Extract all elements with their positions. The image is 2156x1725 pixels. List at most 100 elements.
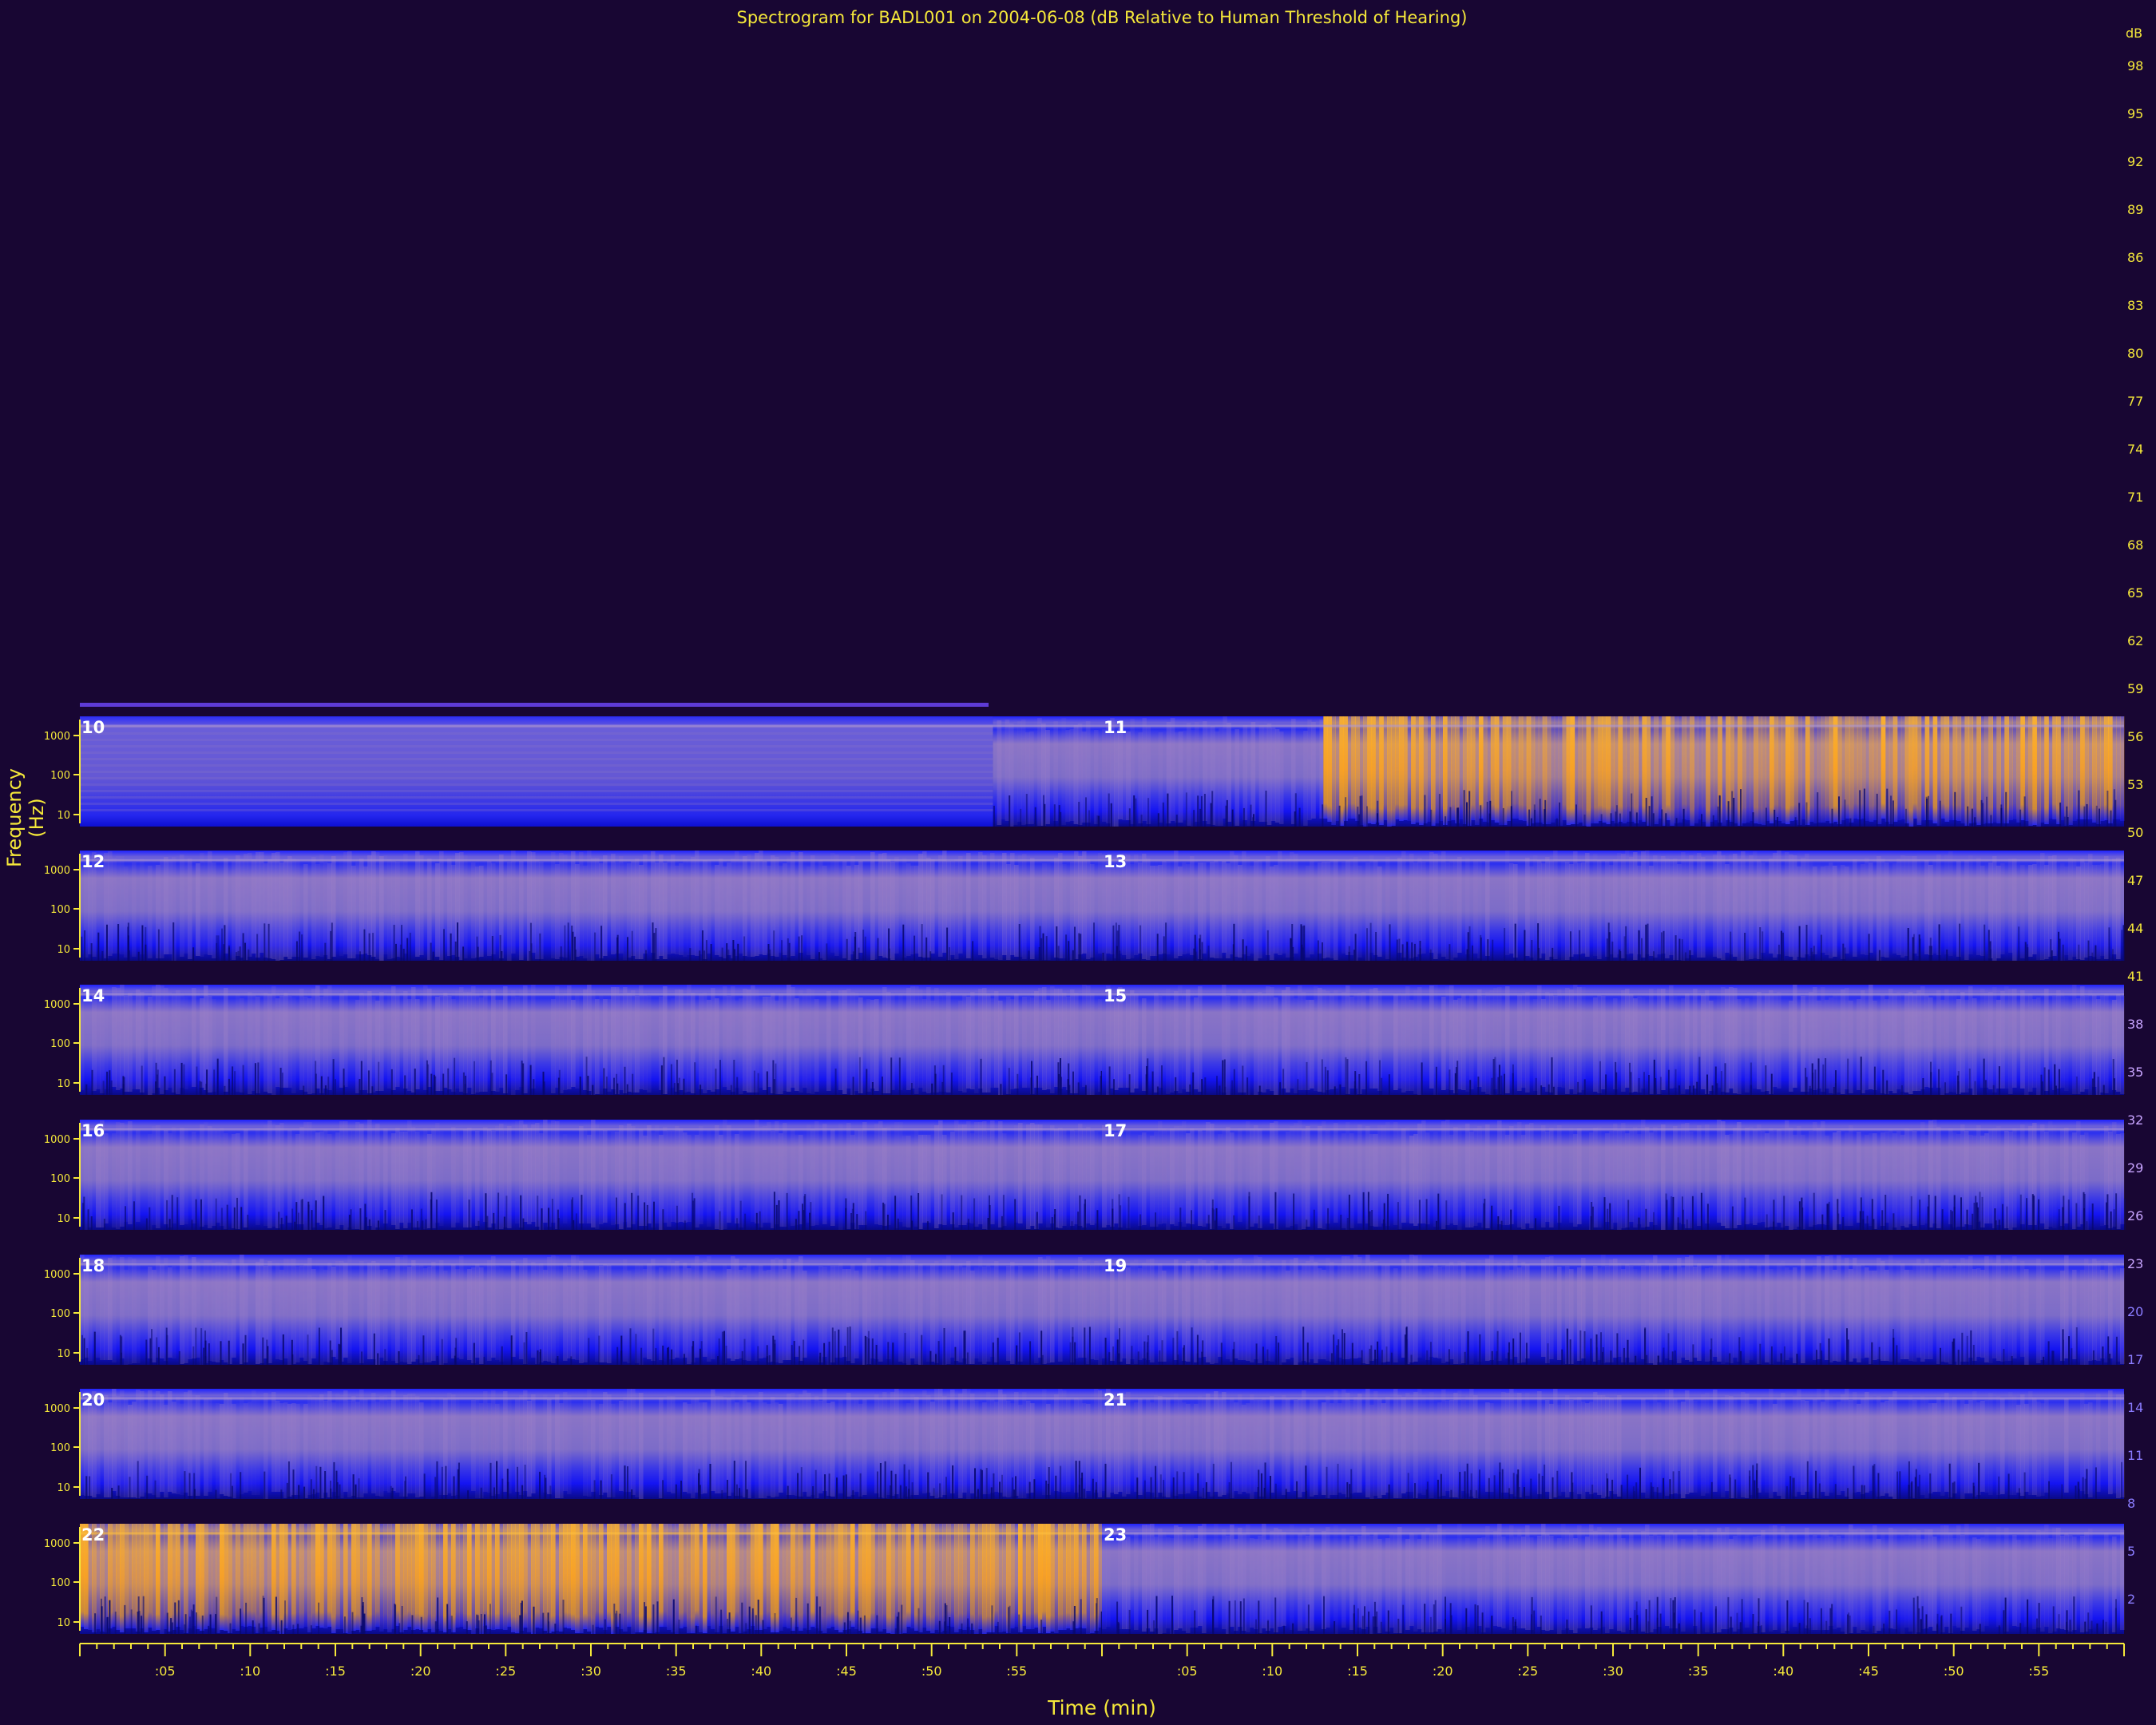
colorbar-tick-label: 89 (2127, 202, 2143, 217)
colorbar-tick-label: 38 (2127, 1017, 2143, 1032)
colorbar-tick-label: 44 (2127, 921, 2143, 936)
y-tick-label: 100 (50, 1173, 70, 1185)
panel-hour-label-11: 11 (1104, 718, 1127, 737)
y-tick-label: 1000 (44, 1403, 70, 1415)
colorbar-tick-label: 14 (2127, 1400, 2143, 1415)
x-tick-label: :50 (921, 1664, 942, 1679)
x-tick-label: :10 (1262, 1664, 1282, 1679)
y-tick-label: 1000 (44, 1538, 70, 1550)
data-availability-bar (80, 703, 989, 707)
y-tick-label: 100 (50, 1577, 70, 1589)
colorbar-tick-label: 20 (2127, 1304, 2143, 1319)
y-tick-label: 1000 (44, 999, 70, 1011)
x-tick-label: :25 (1517, 1664, 1538, 1679)
spectrogram-panel-22: 22 1000 100 10 (44, 1524, 1103, 1634)
spectrogram-panel-13: 13 (1102, 851, 2125, 961)
colorbar-tick-label: 35 (2127, 1065, 2143, 1080)
y-tick-label: 10 (57, 810, 70, 822)
spectrogram-panel-17: 17 (1102, 1120, 2126, 1230)
spectrogram-panel-15: 15 (1102, 985, 2125, 1095)
colorbar-tick-label: 83 (2127, 298, 2143, 313)
x-tick-label: :35 (666, 1664, 687, 1679)
y-tick-label: 10 (57, 944, 70, 956)
colorbar-tick-label: 56 (2127, 729, 2143, 744)
colorbar-tick-label: 80 (2127, 346, 2143, 361)
x-tick-label: :20 (410, 1664, 431, 1679)
panel-hour-label-12: 12 (81, 852, 105, 871)
panel-hour-label-20: 20 (81, 1390, 105, 1410)
colorbar-tick-label: 62 (2127, 633, 2143, 648)
colorbar-tick-label: 50 (2127, 825, 2143, 840)
y-tick-label: 100 (50, 770, 70, 782)
y-tick-label: 100 (50, 1442, 70, 1454)
x-tick-label: :40 (751, 1664, 771, 1679)
spectrogram-panel-18: 18 1000 100 10 (44, 1255, 1103, 1365)
colorbar-tick-label: 2 (2127, 1592, 2135, 1607)
panel-hour-label-17: 17 (1104, 1121, 1127, 1140)
y-tick-label: 100 (50, 1038, 70, 1050)
y-tick-label: 1000 (44, 1134, 70, 1146)
panel-hour-label-21: 21 (1104, 1390, 1127, 1410)
x-tick-label: :40 (1773, 1664, 1793, 1679)
colorbar-tick-label: 26 (2127, 1208, 2143, 1223)
colorbar-tick-label: 17 (2127, 1352, 2143, 1367)
colorbar-tick-label: 77 (2127, 394, 2143, 409)
spectrogram-panel-11: 11 (1102, 716, 2125, 827)
x-tick-label: :05 (1177, 1664, 1198, 1679)
colorbar-tick-label: 32 (2127, 1112, 2143, 1128)
x-tick-label: :25 (495, 1664, 516, 1679)
spectrogram-panel-10: 10 1000 100 10 (44, 716, 1102, 827)
y-tick-label: 10 (57, 1348, 70, 1360)
colorbar-tick-label: 65 (2127, 585, 2143, 601)
colorbar-tick-label: 29 (2127, 1160, 2143, 1176)
y-tick-label: 1000 (44, 1269, 70, 1281)
colorbar-tick-label: 95 (2127, 106, 2143, 121)
panel-hour-label-16: 16 (81, 1121, 105, 1140)
spectrogram-chart: 10 1000 100 10 11 12 1000 100 10 13 14 1000 100 10 15 1… (44, 58, 2143, 1679)
x-tick-label: :05 (155, 1664, 176, 1679)
colorbar-tick-label: 11 (2127, 1448, 2143, 1463)
spectrogram-panel-23: 23 (1102, 1524, 2125, 1634)
colorbar-tick-label: 53 (2127, 777, 2143, 792)
colorbar-tick-label: 5 (2127, 1544, 2135, 1559)
colorbar-tick-label: 23 (2127, 1256, 2143, 1271)
panel-hour-label-22: 22 (81, 1525, 105, 1545)
panel-hour-label-10: 10 (81, 718, 105, 737)
colorbar-tick-label: 92 (2127, 154, 2143, 169)
y-tick-label: 10 (57, 1078, 70, 1090)
colorbar-tick-label: 59 (2127, 681, 2143, 696)
x-tick-label: :45 (836, 1664, 857, 1679)
y-tick-label: 10 (57, 1482, 70, 1494)
y-tick-label: 1000 (44, 865, 70, 877)
x-tick-label: :55 (2028, 1664, 2049, 1679)
colorbar-tick-label: 47 (2127, 873, 2143, 888)
x-tick-label: :20 (1433, 1664, 1453, 1679)
panel-hour-label-15: 15 (1104, 986, 1127, 1005)
spectrogram-panel-16: 16 1000 100 10 (44, 1120, 1102, 1230)
colorbar-tick-label: 86 (2127, 250, 2143, 265)
y-tick-label: 100 (50, 904, 70, 916)
x-tick-label: :30 (581, 1664, 601, 1679)
panel-hour-label-19: 19 (1104, 1256, 1127, 1275)
spectrogram-panel-19: 19 (1102, 1255, 2125, 1365)
spectrogram-panel-20: 20 1000 100 10 (44, 1389, 1103, 1499)
panel-hour-label-18: 18 (81, 1256, 105, 1275)
x-tick-label: :50 (1944, 1664, 1964, 1679)
colorbar-tick-label: 71 (2127, 490, 2143, 505)
y-tick-label: 10 (57, 1213, 70, 1225)
colorbar-tick-label: 98 (2127, 58, 2143, 73)
colorbar-tick-label: 8 (2127, 1496, 2135, 1511)
spectrogram-panel-21: 21 (1102, 1389, 2125, 1499)
colorbar-tick-label: 68 (2127, 537, 2143, 553)
x-tick-label: :45 (1858, 1664, 1879, 1679)
x-tick-label: :10 (240, 1664, 260, 1679)
y-tick-label: 1000 (44, 731, 70, 743)
x-tick-label: :30 (1603, 1664, 1623, 1679)
y-tick-label: 10 (57, 1617, 70, 1629)
panel-hour-label-23: 23 (1104, 1525, 1127, 1545)
y-tick-label: 100 (50, 1308, 70, 1320)
spectrogram-panel-14: 14 1000 100 10 (44, 985, 1103, 1095)
x-tick-label: :15 (1347, 1664, 1368, 1679)
colorbar-tick-label: 41 (2127, 969, 2143, 984)
x-tick-label: :55 (1006, 1664, 1027, 1679)
